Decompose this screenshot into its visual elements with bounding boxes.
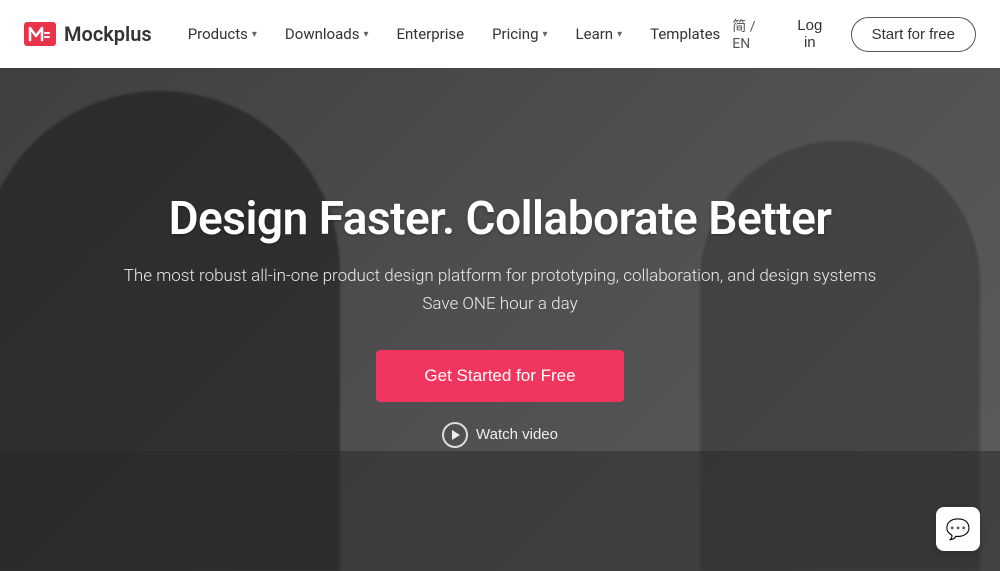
chevron-down-icon: ▾ [543, 29, 548, 40]
hero-content: Design Faster. Collaborate Better The mo… [0, 0, 1000, 571]
logo-icon [24, 22, 56, 46]
logo-text: Mockplus [64, 22, 152, 46]
get-started-button[interactable]: Get Started for Free [376, 350, 623, 402]
nav-enterprise[interactable]: Enterprise [384, 17, 476, 51]
hero-title: Design Faster. Collaborate Better [169, 192, 832, 246]
chat-icon: 💬 [946, 517, 971, 541]
play-triangle-icon [452, 430, 460, 440]
nav-products[interactable]: Products ▾ [176, 17, 269, 51]
hero-tagline: Save ONE hour a day [422, 294, 577, 314]
logo[interactable]: Mockplus [24, 22, 152, 46]
lang-switcher[interactable]: 简 / EN [732, 16, 769, 52]
nav-learn[interactable]: Learn ▾ [564, 17, 635, 51]
chevron-down-icon: ▾ [252, 29, 257, 40]
watch-video-button[interactable]: Watch video [442, 422, 558, 448]
chevron-down-icon: ▾ [617, 29, 622, 40]
nav-right: 简 / EN Log in Start for free [732, 11, 976, 57]
start-for-free-button[interactable]: Start for free [851, 17, 976, 52]
nav-items: Products ▾ Downloads ▾ Enterprise Pricin… [176, 17, 733, 51]
play-circle-icon [442, 422, 468, 448]
chevron-down-icon: ▾ [363, 29, 368, 40]
hero-subtitle: The most robust all-in-one product desig… [124, 266, 876, 286]
nav-downloads[interactable]: Downloads ▾ [273, 17, 381, 51]
login-button[interactable]: Log in [781, 11, 839, 57]
chat-bubble-button[interactable]: 💬 [936, 507, 980, 551]
nav-templates[interactable]: Templates [638, 17, 732, 51]
nav-pricing[interactable]: Pricing ▾ [480, 17, 559, 51]
navbar: Mockplus Products ▾ Downloads ▾ Enterpri… [0, 0, 1000, 68]
